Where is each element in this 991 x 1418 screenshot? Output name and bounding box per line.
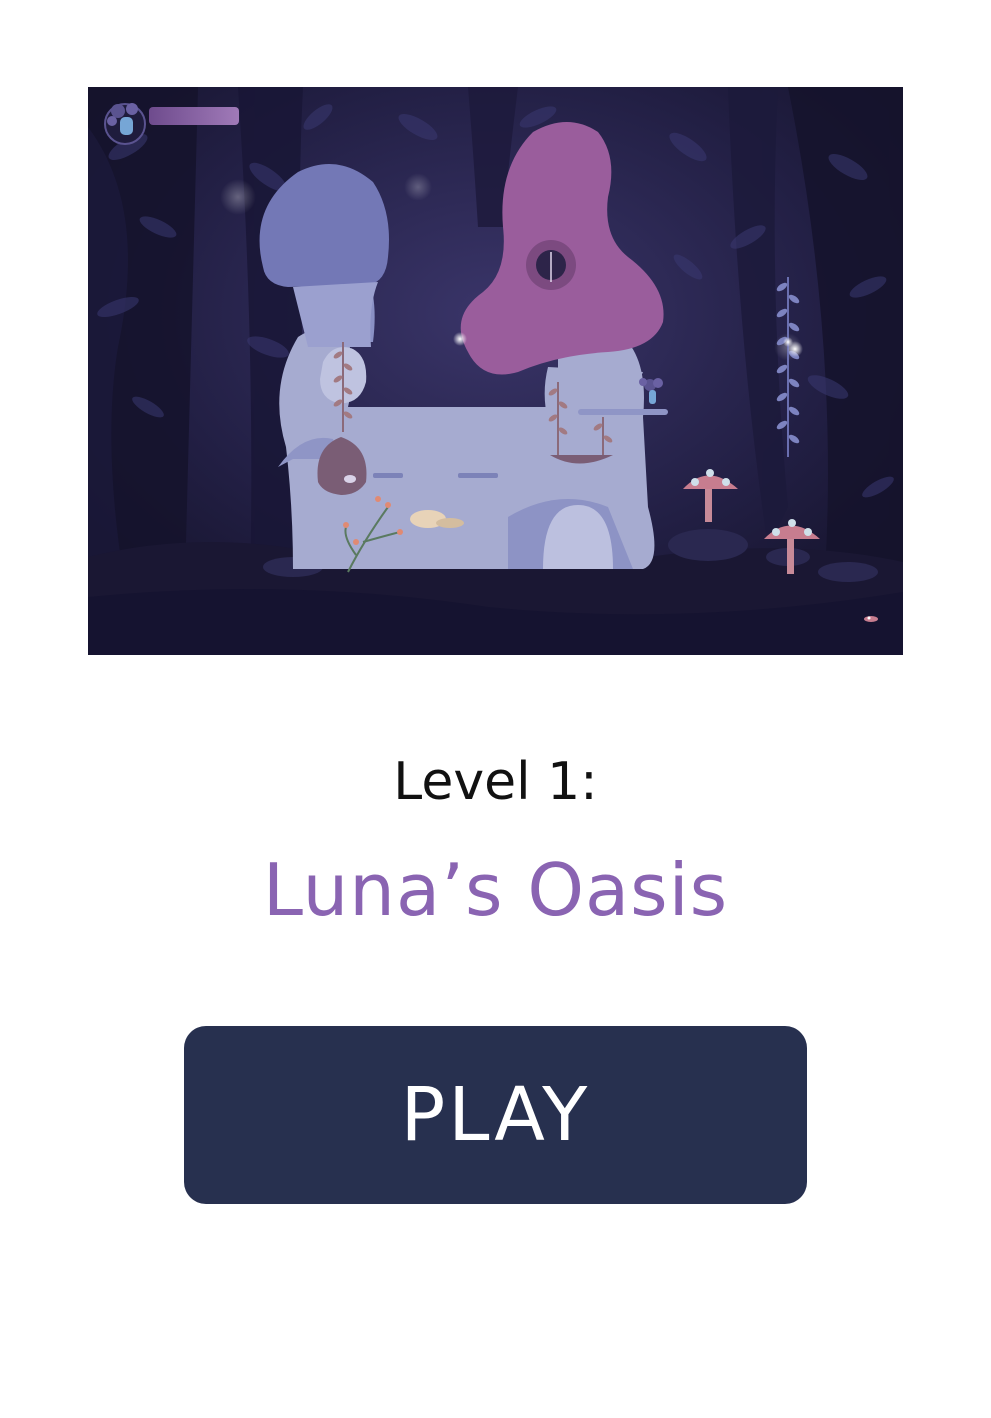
glow-spot [404, 173, 432, 201]
play-button[interactable]: PLAY [184, 1026, 807, 1204]
player-portrait-icon [104, 103, 146, 145]
firefly-icon [453, 332, 467, 346]
glow-spot [220, 179, 256, 215]
level-preview-scene [88, 87, 903, 655]
level-number-label: Level 1: [393, 752, 598, 812]
level-name-title: Luna’s Oasis [262, 848, 729, 932]
firefly-icon [783, 337, 793, 347]
small-mushroom-icon [864, 616, 878, 622]
health-bar [149, 107, 239, 125]
level-preview-screenshot [88, 87, 903, 655]
